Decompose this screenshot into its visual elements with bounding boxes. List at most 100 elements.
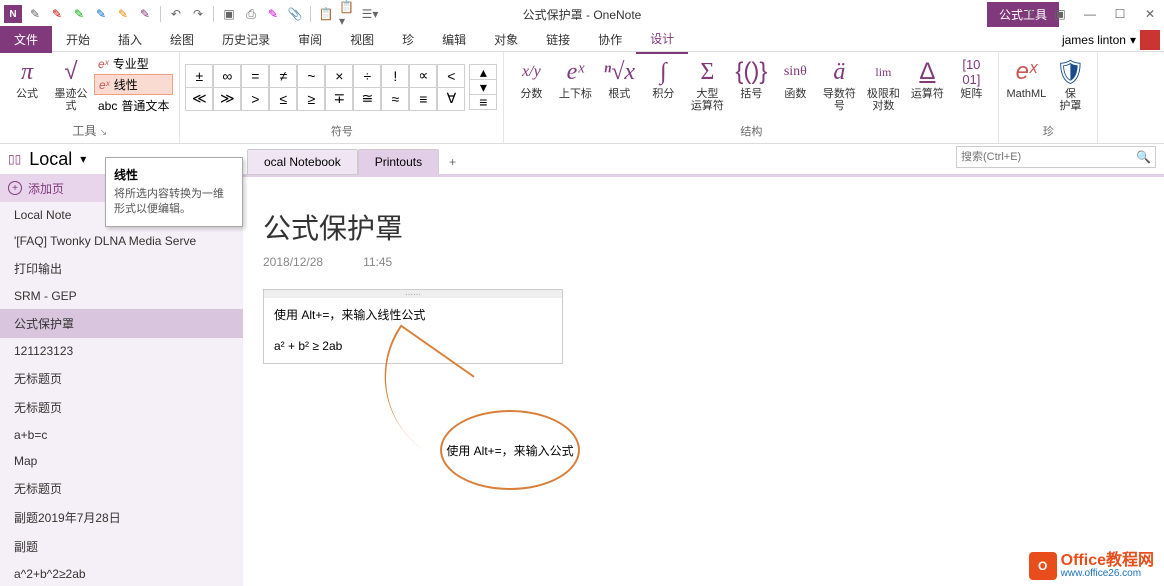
symbol-cell[interactable]: ≥ — [297, 87, 325, 111]
symbol-cell[interactable]: > — [241, 87, 269, 111]
ribbon-toggle-icon[interactable]: ▣ — [1050, 4, 1070, 24]
symbol-cell[interactable]: ≡ — [409, 87, 437, 111]
symbol-cell[interactable]: ∓ — [325, 87, 353, 111]
page-item[interactable]: 打印输出 — [0, 254, 243, 283]
user-dropdown-icon[interactable]: ▾ — [1130, 33, 1136, 47]
matrix-button[interactable]: [1001]矩阵 — [950, 54, 992, 102]
shield-button[interactable]: 🛡保 护罩 — [1049, 54, 1091, 114]
symbol-cell[interactable]: ! — [381, 64, 409, 88]
tab-link[interactable]: 链接 — [532, 26, 584, 53]
symbol-cell[interactable]: ÷ — [353, 64, 381, 88]
help-icon[interactable]: ? — [1020, 4, 1040, 24]
attach-icon[interactable]: 📎 — [286, 5, 304, 23]
tab-coop[interactable]: 协作 — [584, 26, 636, 53]
page-item[interactable]: Map — [0, 448, 243, 474]
file-tab[interactable]: 文件 — [0, 26, 52, 53]
search-input[interactable] — [961, 151, 1136, 163]
page-item[interactable]: 公式保护罩 — [0, 309, 243, 338]
container-handle[interactable]: ⋯⋯ — [264, 290, 562, 298]
page-item[interactable]: SRM - GEP — [0, 283, 243, 309]
page-item[interactable]: 121123123 — [0, 338, 243, 364]
tab-history[interactable]: 历史记录 — [208, 26, 284, 53]
note-text-line[interactable]: 使用 Alt+=，来输入线性公式 — [274, 306, 552, 323]
symbol-cell[interactable]: ∝ — [409, 64, 437, 88]
tab-design[interactable]: 设计 — [636, 25, 688, 54]
qat-pen-red[interactable]: ✎ — [48, 5, 66, 23]
script-button[interactable]: eˣ上下标 — [554, 54, 596, 102]
avatar[interactable] — [1140, 30, 1160, 50]
tab-insert[interactable]: 插入 — [104, 26, 156, 53]
user-name[interactable]: james linton — [1062, 33, 1126, 47]
large-operator-button[interactable]: Σ大型 运算符 — [686, 54, 728, 114]
function-button[interactable]: sinθ函数 — [774, 54, 816, 102]
symbol-cell[interactable]: ∀ — [437, 87, 465, 111]
tab-edit[interactable]: 编辑 — [428, 26, 480, 53]
redo-icon[interactable]: ↷ — [189, 5, 207, 23]
dialog-launcher-icon[interactable]: ↘ — [99, 127, 107, 137]
notebook-name[interactable]: Local — [29, 149, 72, 170]
page-item[interactable]: a+b=c — [0, 422, 243, 448]
symbol-scroll-down-icon[interactable]: ▾ — [469, 79, 497, 95]
symbol-cell[interactable]: ≫ — [213, 87, 241, 111]
symbol-cell[interactable]: ∞ — [213, 64, 241, 88]
copy-icon[interactable]: ☰▾ — [361, 5, 379, 23]
fraction-button[interactable]: x/y分数 — [510, 54, 552, 102]
page-item[interactable]: '[FAQ] Twonky DLNA Media Serve — [0, 228, 243, 254]
page-item[interactable]: 副题2019年7月28日 — [0, 503, 243, 532]
maximize-icon[interactable]: ☐ — [1110, 4, 1130, 24]
equation-button[interactable]: π公式 — [6, 54, 48, 102]
tab-draw[interactable]: 绘图 — [156, 26, 208, 53]
qat-pen-green[interactable]: ✎ — [70, 5, 88, 23]
radical-button[interactable]: ⁿ√x根式 — [598, 54, 640, 102]
limit-log-button[interactable]: lim极限和对数 — [862, 54, 904, 114]
operator-button[interactable]: Δ运算符 — [906, 54, 948, 102]
page-item[interactable]: 无标题页 — [0, 364, 243, 393]
chevron-down-icon[interactable]: ▾ — [80, 152, 86, 166]
accent-button[interactable]: ä导数符号 — [818, 54, 860, 114]
integral-button[interactable]: ∫积分 — [642, 54, 684, 102]
minimize-icon[interactable]: — — [1080, 4, 1100, 24]
ink-equation-button[interactable]: √墨迹公式 — [50, 54, 92, 114]
tab-home[interactable]: 开始 — [52, 26, 104, 53]
symbol-cell[interactable]: × — [325, 64, 353, 88]
symbol-cell[interactable]: ≪ — [185, 87, 213, 111]
section-tab-local[interactable]: ocal Notebook — [247, 149, 358, 175]
mathml-button[interactable]: eˣMathML — [1005, 54, 1047, 102]
symbol-cell[interactable]: ~ — [297, 64, 325, 88]
linear-button[interactable]: eˣ线性 — [94, 74, 173, 95]
qat-pen-orange[interactable]: ✎ — [114, 5, 132, 23]
clipboard-icon[interactable]: 📋 — [317, 5, 335, 23]
symbol-more-icon[interactable]: ≡ — [469, 94, 497, 110]
paste-icon[interactable]: 📋▾ — [339, 5, 357, 23]
page-item[interactable]: 副题 — [0, 532, 243, 561]
page-item[interactable]: 无标题页 — [0, 474, 243, 503]
tab-view[interactable]: 视图 — [336, 26, 388, 53]
tab-review[interactable]: 审阅 — [284, 26, 336, 53]
undo-icon[interactable]: ↶ — [167, 5, 185, 23]
qat-pen-blue[interactable]: ✎ — [92, 5, 110, 23]
page-item[interactable]: 无标题页 — [0, 393, 243, 422]
bracket-button[interactable]: {()}括号 — [730, 54, 772, 102]
marker-icon[interactable]: ✎ — [264, 5, 282, 23]
section-tab-printouts[interactable]: Printouts — [358, 149, 439, 175]
symbol-cell[interactable]: ≅ — [353, 87, 381, 111]
qat-pen-purple[interactable]: ✎ — [136, 5, 154, 23]
page-item[interactable]: a^2+b^2≥2ab — [0, 561, 243, 586]
symbol-cell[interactable]: < — [437, 64, 465, 88]
symbol-cell[interactable]: ≈ — [381, 87, 409, 111]
symbol-cell[interactable]: = — [241, 64, 269, 88]
symbol-cell[interactable]: ± — [185, 64, 213, 88]
search-icon[interactable]: 🔍 — [1136, 150, 1151, 164]
page-title[interactable]: 公式保护罩 — [263, 207, 1144, 247]
symbol-cell[interactable]: ≤ — [269, 87, 297, 111]
tab-zhen[interactable]: 珍 — [388, 26, 428, 53]
search-box[interactable]: 🔍 — [956, 146, 1156, 168]
print-icon[interactable]: ⎙ — [242, 5, 260, 23]
plain-text-button[interactable]: abc普通文本 — [94, 96, 173, 115]
qat-pen-black[interactable]: ✎ — [26, 5, 44, 23]
professional-button[interactable]: eˣ专业型 — [94, 54, 173, 73]
add-section-button[interactable]: + — [439, 150, 466, 174]
dock-icon[interactable]: ▣ — [220, 5, 238, 23]
symbol-cell[interactable]: ≠ — [269, 64, 297, 88]
close-icon[interactable]: ✕ — [1140, 4, 1160, 24]
